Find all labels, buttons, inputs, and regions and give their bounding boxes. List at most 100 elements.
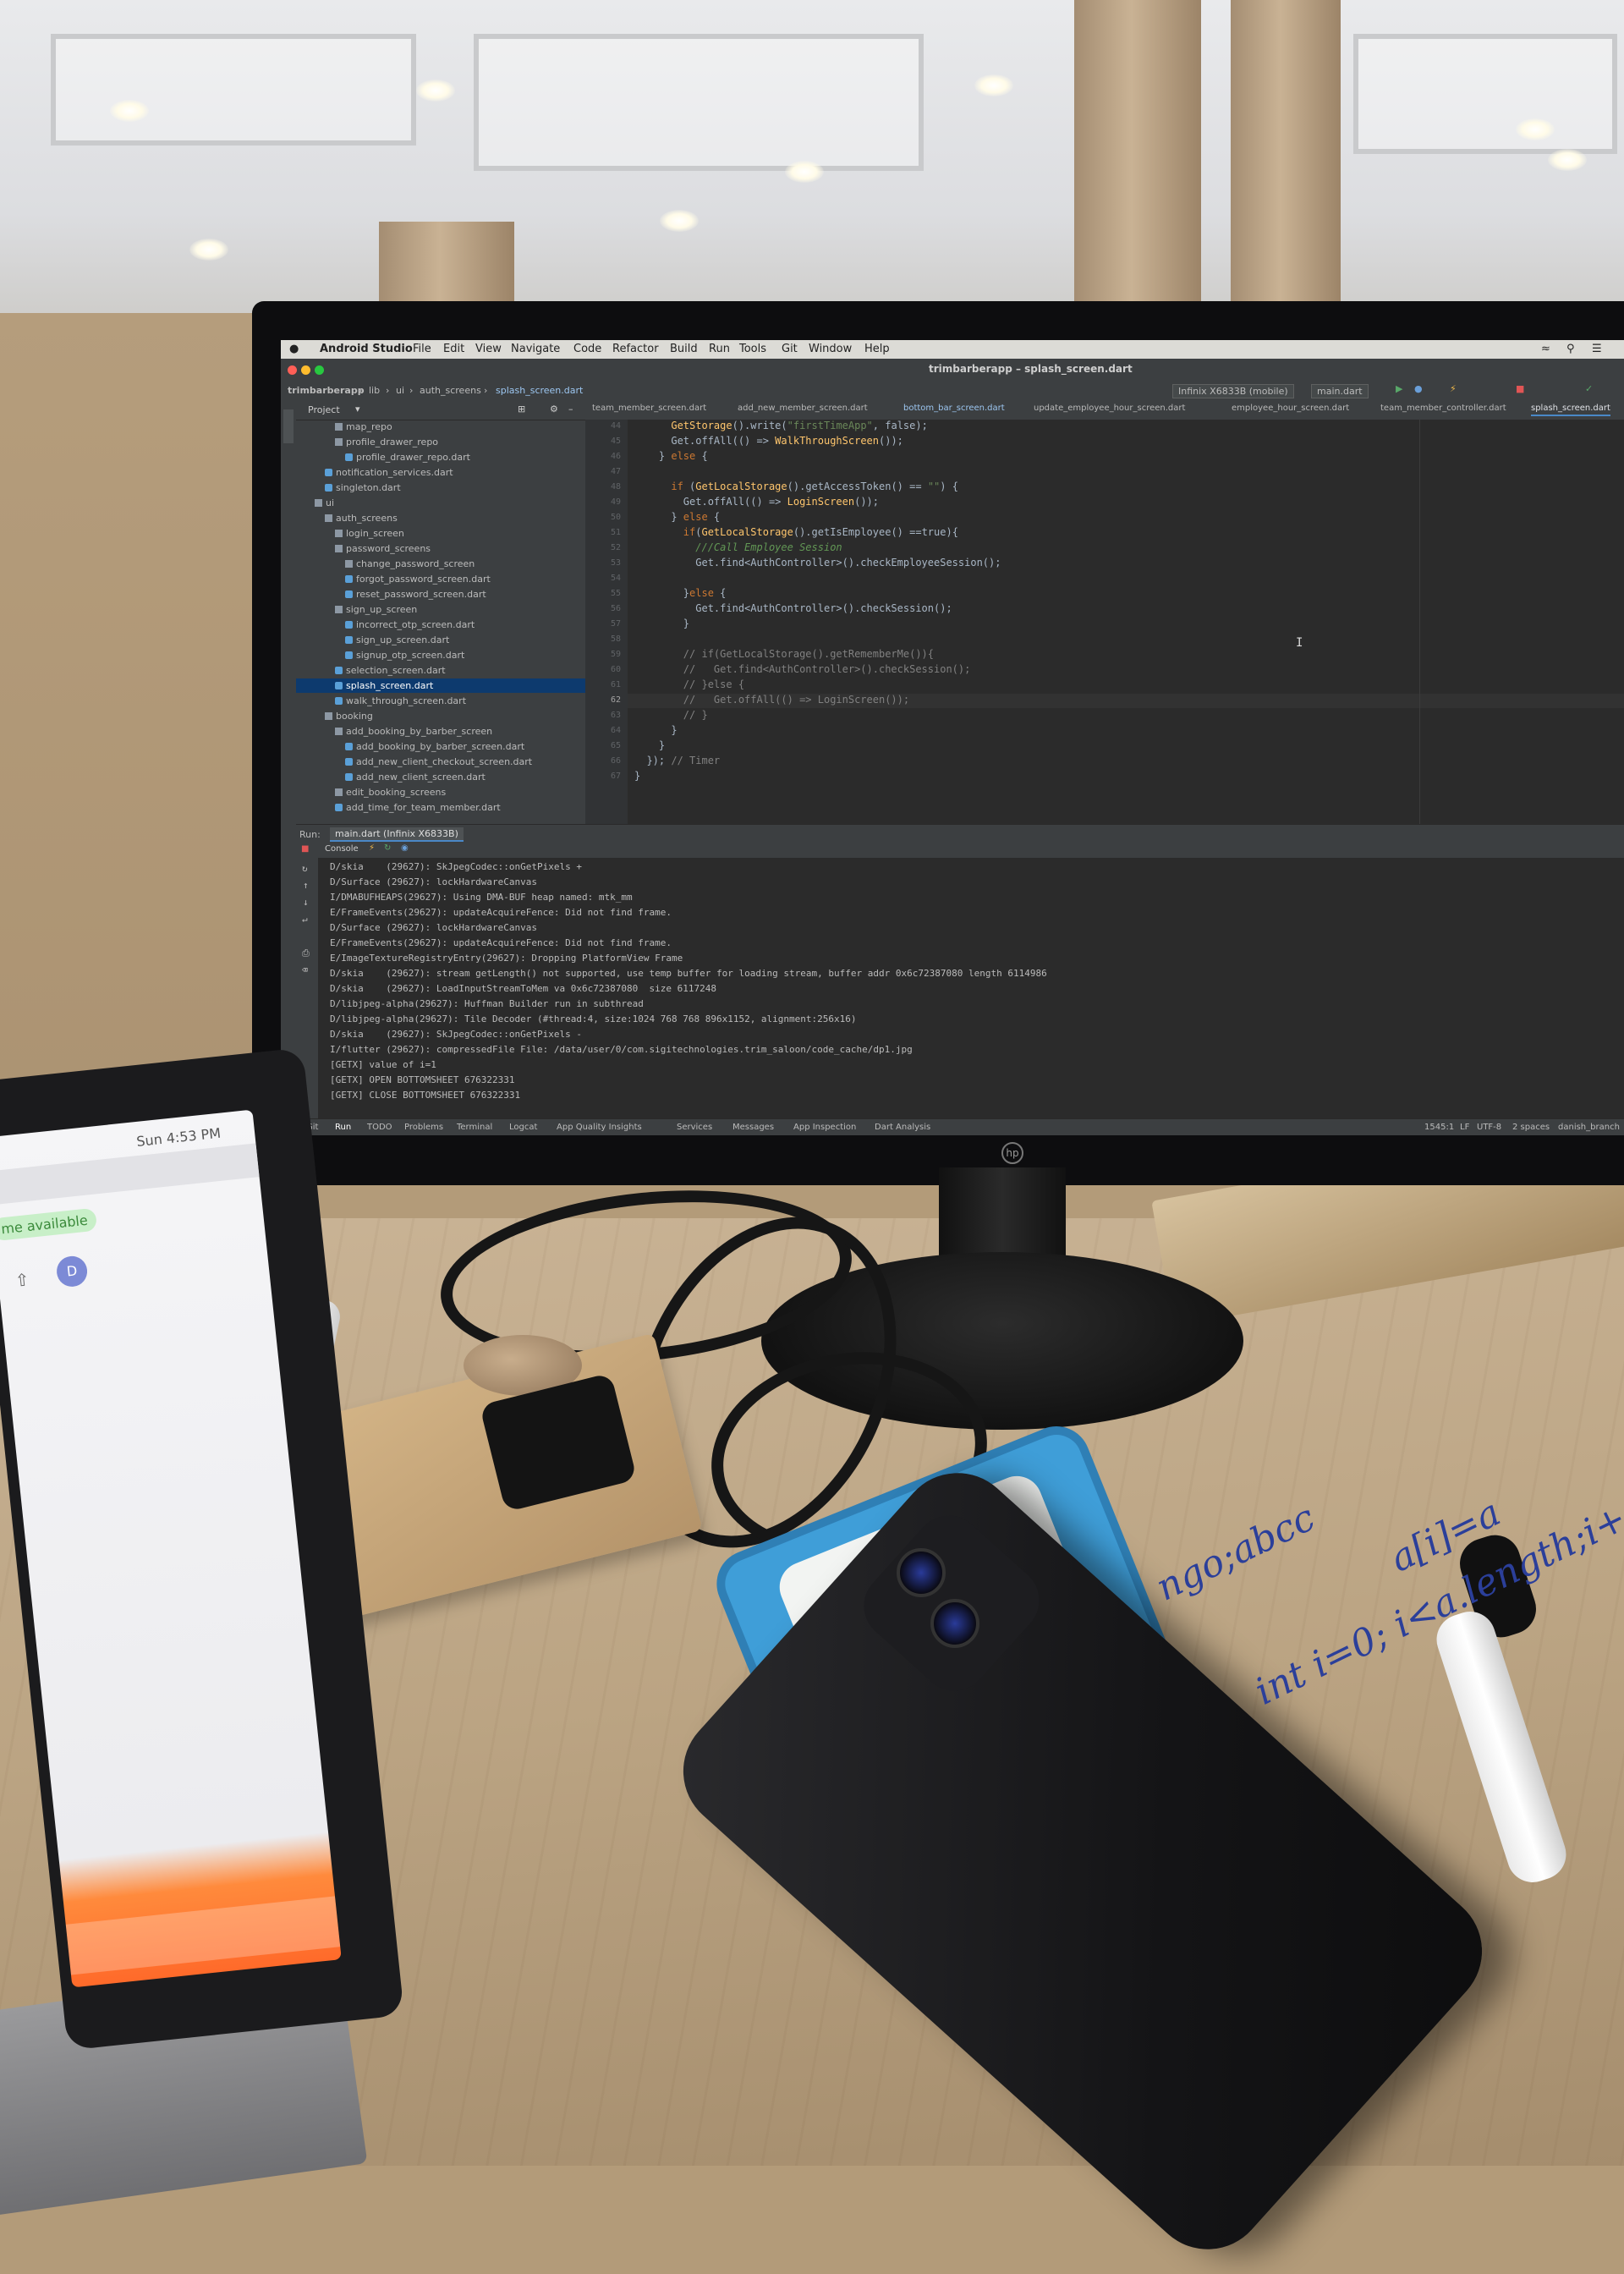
tree-folder[interactable]: profile_drawer_repo: [296, 435, 585, 449]
hot-reload-icon[interactable]: ⚡: [1450, 383, 1457, 394]
line-number[interactable]: 60: [611, 665, 621, 674]
console-tab[interactable]: Console: [325, 844, 359, 854]
menu-code[interactable]: Code: [573, 343, 601, 355]
menu-view[interactable]: View: [475, 343, 502, 355]
code-line[interactable]: if (GetLocalStorage().getAccessToken() =…: [634, 481, 958, 492]
hot-restart-icon[interactable]: ↻: [384, 843, 391, 853]
line-number[interactable]: 56: [611, 604, 621, 613]
project-panel-title[interactable]: Project: [308, 404, 340, 415]
caret-position[interactable]: 1545:1: [1424, 1123, 1454, 1132]
code-line[interactable]: Get.find<AuthController>().checkEmployee…: [634, 557, 1001, 568]
tool-services[interactable]: Services: [677, 1123, 712, 1132]
code-line[interactable]: Get.offAll(() => WalkThroughScreen());: [634, 435, 903, 447]
line-number[interactable]: 61: [611, 680, 621, 689]
tree-folder[interactable]: password_screens: [296, 541, 585, 556]
code-editor[interactable]: 44 45 46 47 48 49 50 51 52 53 54 55 56 57 58 59 60 61 62 63…: [585, 420, 1624, 824]
tree-folder[interactable]: auth_screens: [296, 511, 585, 525]
code-line[interactable]: // if(GetLocalStorage().getRememberMe())…: [634, 648, 934, 660]
menu-file[interactable]: File: [413, 343, 431, 355]
line-number[interactable]: 64: [611, 726, 621, 735]
tree-file[interactable]: notification_services.dart: [296, 465, 585, 480]
line-number[interactable]: 53: [611, 558, 621, 568]
tree-file[interactable]: add_new_client_screen.dart: [296, 770, 585, 784]
code-line[interactable]: }: [634, 739, 665, 751]
run-config-tab[interactable]: main.dart (Infinix X6833B): [330, 827, 464, 842]
line-number-gutter[interactable]: 44 45 46 47 48 49 50 51 52 53 54 55 56 57 58 59 60 61 62 63…: [585, 420, 628, 824]
tab-team-member-screen[interactable]: team_member_screen.dart: [592, 404, 706, 413]
code-line[interactable]: ///Call Employee Session: [634, 541, 842, 553]
tool-app-inspection[interactable]: App Inspection: [793, 1123, 856, 1132]
tree-folder[interactable]: change_password_screen: [296, 557, 585, 571]
tree-file[interactable]: forgot_password_screen.dart: [296, 572, 585, 586]
close-window-button[interactable]: [288, 365, 297, 375]
search-icon[interactable]: ⚲: [1566, 343, 1575, 355]
tree-folder[interactable]: map_repo: [296, 420, 585, 434]
line-number[interactable]: 45: [611, 437, 621, 446]
device-selector[interactable]: Infinix X6833B (mobile): [1172, 384, 1294, 398]
hide-panel-icon[interactable]: –: [568, 404, 573, 415]
menu-navigate[interactable]: Navigate: [511, 343, 560, 355]
line-number[interactable]: 54: [611, 574, 621, 583]
code-line[interactable]: }: [634, 618, 689, 629]
line-number[interactable]: 65: [611, 741, 621, 750]
tab-bottom-bar-screen[interactable]: bottom_bar_screen.dart: [903, 404, 1005, 413]
tree-file[interactable]: profile_drawer_repo.dart: [296, 450, 585, 464]
run-icon[interactable]: ▶: [1396, 383, 1402, 394]
code-line[interactable]: // }else {: [634, 678, 744, 690]
breadcrumb-auth-screens[interactable]: auth_screens: [420, 385, 481, 396]
debug-icon[interactable]: ●: [1414, 383, 1423, 394]
tab-add-new-member-screen[interactable]: add_new_member_screen.dart: [738, 404, 868, 413]
code-line[interactable]: if(GetLocalStorage().getIsEmployee() ==t…: [634, 526, 958, 538]
tree-folder[interactable]: edit_booking_screens: [296, 785, 585, 799]
menu-run[interactable]: Run: [709, 343, 730, 355]
breadcrumb-root[interactable]: trimbarberapp: [288, 385, 365, 396]
code-line[interactable]: Get.find<AuthController>().checkSession(…: [634, 602, 952, 614]
update-banner[interactable]: me available: [0, 1207, 97, 1242]
tree-folder[interactable]: sign_up_screen: [296, 602, 585, 617]
tool-app-quality-insights[interactable]: App Quality Insights: [557, 1123, 642, 1132]
tool-todo[interactable]: TODO: [367, 1123, 392, 1132]
code-line[interactable]: // Get.find<AuthController>().checkSessi…: [634, 663, 971, 675]
menu-help[interactable]: Help: [864, 343, 890, 355]
project-tool-button[interactable]: [283, 409, 294, 443]
menu-build[interactable]: Build: [670, 343, 698, 355]
line-number[interactable]: 62: [611, 695, 621, 705]
code-line[interactable]: } else {: [634, 450, 708, 462]
breadcrumb-lib[interactable]: lib: [369, 385, 380, 396]
code-line[interactable]: }else {: [634, 587, 727, 599]
stop-icon[interactable]: ■: [1516, 383, 1524, 394]
breadcrumb-file[interactable]: splash_screen.dart: [496, 385, 583, 396]
code-line[interactable]: GetStorage().write("firstTimeApp", false…: [634, 420, 927, 431]
code-line[interactable]: }: [634, 770, 640, 782]
tree-file[interactable]: sign_up_screen.dart: [296, 633, 585, 647]
code-line[interactable]: } else {: [634, 511, 720, 523]
control-center-icon[interactable]: ☰: [1592, 343, 1602, 355]
maximize-window-button[interactable]: [315, 365, 324, 375]
tool-messages[interactable]: Messages: [732, 1123, 774, 1132]
tab-update-employee-hour-screen[interactable]: update_employee_hour_screen.dart: [1034, 404, 1185, 413]
indent-setting[interactable]: 2 spaces: [1512, 1123, 1550, 1132]
line-number[interactable]: 47: [611, 467, 621, 476]
line-number[interactable]: 67: [611, 772, 621, 781]
menu-tools[interactable]: Tools: [739, 343, 766, 355]
line-number[interactable]: 66: [611, 756, 621, 766]
console-log[interactable]: D/skia (29627): SkJpegCodec::onGetPixels…: [296, 858, 1624, 1120]
chevron-down-icon[interactable]: ▾: [355, 404, 360, 415]
git-check-icon[interactable]: ✓: [1585, 383, 1593, 394]
code-line[interactable]: // Get.offAll(() => LoginScreen());: [634, 694, 909, 706]
line-number[interactable]: 49: [611, 497, 621, 507]
tree-file[interactable]: splash_screen.dart: [296, 678, 585, 693]
menu-app-name[interactable]: Android Studio: [320, 343, 413, 355]
tree-file[interactable]: selection_screen.dart: [296, 663, 585, 678]
menu-git[interactable]: Git: [782, 343, 798, 355]
tool-logcat[interactable]: Logcat: [509, 1123, 537, 1132]
file-encoding[interactable]: UTF-8: [1477, 1123, 1501, 1132]
tool-dart-analysis[interactable]: Dart Analysis: [875, 1123, 930, 1132]
wifi-icon[interactable]: ≈: [1541, 343, 1550, 355]
line-number[interactable]: 48: [611, 482, 621, 492]
tree-folder[interactable]: ui: [296, 496, 585, 510]
avatar[interactable]: D: [55, 1255, 89, 1288]
code-line[interactable]: }); // Timer: [634, 755, 720, 766]
tree-file[interactable]: add_booking_by_barber_screen.dart: [296, 739, 585, 754]
menu-window[interactable]: Window: [809, 343, 852, 355]
